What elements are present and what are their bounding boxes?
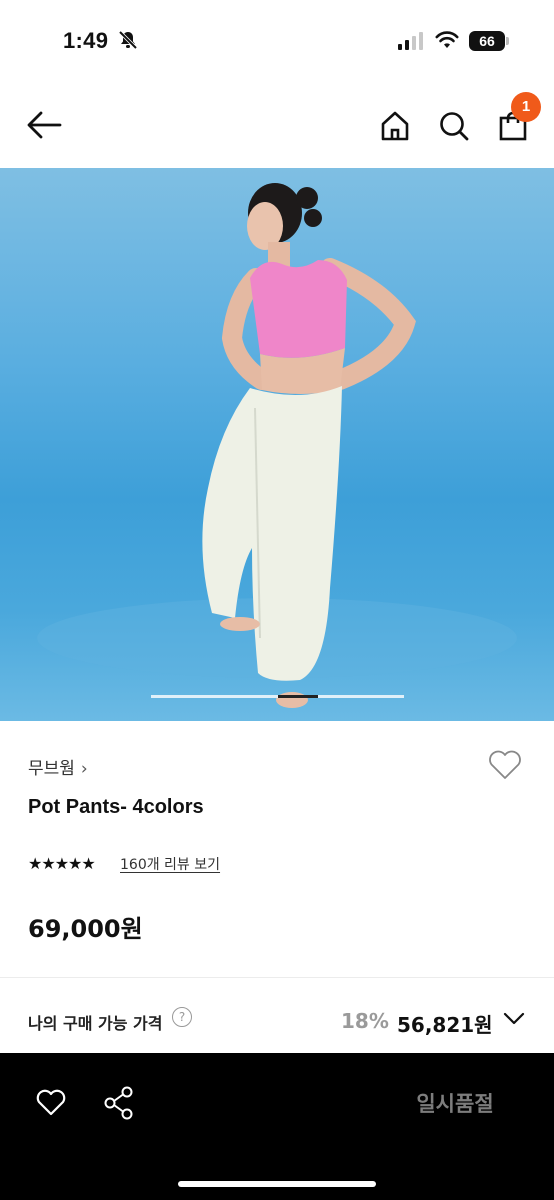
wifi-icon	[435, 30, 459, 54]
product-title: Pot Pants- 4colors	[28, 796, 204, 818]
back-button[interactable]	[26, 110, 62, 143]
status-bar: 1:49 66	[0, 0, 554, 84]
arrow-left-icon	[27, 111, 62, 139]
divider	[0, 977, 554, 978]
status-time: 1:49	[63, 28, 109, 53]
brand-link[interactable]: 무브웜 ›	[28, 754, 88, 779]
review-link[interactable]: 160개 리뷰 보기	[120, 854, 220, 874]
product-photo	[37, 183, 517, 708]
carousel-progress-fill	[277, 695, 318, 698]
home-indicator	[178, 1181, 376, 1187]
top-navigation: 1	[0, 84, 554, 168]
search-button[interactable]	[438, 110, 470, 145]
bottom-action-bar: 일시품절	[0, 1053, 554, 1200]
share-icon	[104, 1086, 133, 1120]
wishlist-button[interactable]	[487, 749, 523, 784]
carousel-progress-bar	[151, 695, 404, 698]
cart-count-badge: 1	[511, 92, 541, 122]
search-icon	[440, 112, 469, 141]
heart-icon	[489, 750, 521, 779]
heart-icon	[36, 1089, 66, 1116]
home-icon	[381, 111, 409, 141]
product-price: 69,000원	[28, 915, 143, 943]
expand-price-button[interactable]	[503, 1012, 525, 1029]
my-price-label: 나의 구매 가능 가격	[28, 1014, 163, 1033]
home-button[interactable]	[379, 110, 411, 145]
discount-rate: 18%	[341, 1009, 389, 1033]
bell-slash-icon	[118, 30, 138, 54]
like-button[interactable]	[35, 1089, 67, 1120]
cellular-signal-icon	[398, 32, 424, 54]
sold-out-button[interactable]: 일시품절	[380, 1083, 530, 1123]
chevron-down-icon	[503, 1012, 525, 1025]
battery-level: 66	[469, 31, 505, 51]
share-button[interactable]	[103, 1086, 135, 1123]
chevron-right-icon: ›	[80, 759, 88, 779]
brand-name: 무브웜	[28, 759, 75, 779]
product-image-carousel[interactable]	[0, 168, 554, 721]
battery-cap	[506, 37, 509, 45]
my-purchase-price: 56,821원	[397, 1013, 493, 1037]
help-icon[interactable]: ?	[172, 1007, 192, 1027]
rating-stars: ★★★★★	[28, 854, 96, 873]
